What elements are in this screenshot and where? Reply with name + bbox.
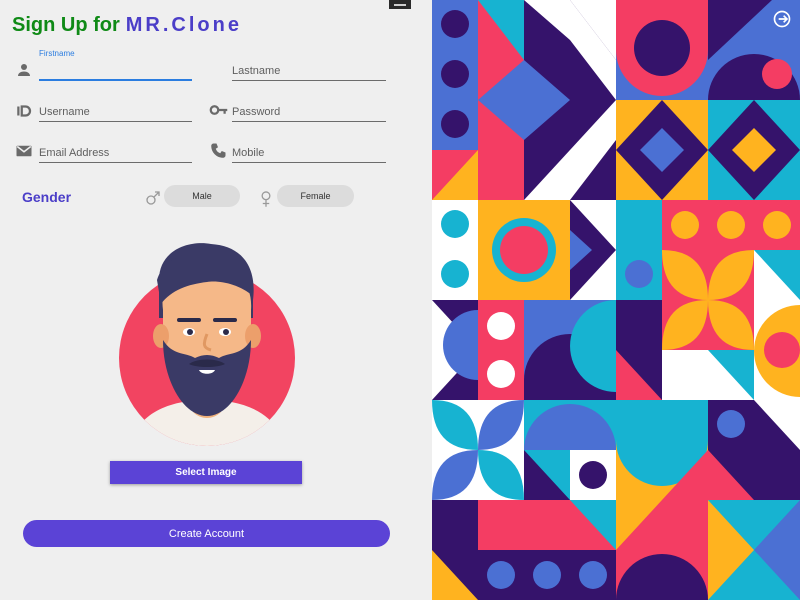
page-title: Sign Up for MR.Clone xyxy=(12,14,242,37)
email-field[interactable] xyxy=(39,136,192,163)
lastname-input[interactable] xyxy=(232,65,386,77)
username-field[interactable] xyxy=(39,95,192,122)
female-button[interactable]: Female xyxy=(277,185,354,207)
logout-icon[interactable] xyxy=(772,9,792,29)
mobile-input[interactable] xyxy=(232,147,386,159)
create-account-button[interactable]: Create Account xyxy=(23,520,390,547)
male-button[interactable]: Male xyxy=(164,185,240,207)
mobile-field[interactable] xyxy=(232,136,386,163)
avatar-image xyxy=(119,243,295,446)
gender-label: Gender xyxy=(22,189,72,205)
phone-icon xyxy=(211,143,226,158)
firstname-field[interactable]: Firstname xyxy=(39,49,192,81)
email-input[interactable] xyxy=(39,147,192,159)
signup-panel: Sign Up forMR.Clone Firstname Gender xyxy=(0,0,432,600)
decorative-pattern-panel xyxy=(432,0,800,600)
geometric-pattern-image xyxy=(432,0,800,600)
firstname-input[interactable] xyxy=(39,64,192,76)
id-card-icon xyxy=(17,105,32,117)
title-prefix: Sign Up for xyxy=(12,14,120,36)
password-field[interactable] xyxy=(232,95,386,122)
mail-icon xyxy=(16,145,32,157)
lastname-field[interactable] xyxy=(232,54,386,81)
female-symbol-icon xyxy=(261,191,271,207)
male-symbol-icon xyxy=(146,191,160,205)
person-icon xyxy=(18,64,30,76)
firstname-floating-label: Firstname xyxy=(39,49,75,58)
select-image-button[interactable]: Select Image xyxy=(110,461,302,484)
password-input[interactable] xyxy=(232,106,386,118)
key-icon xyxy=(209,105,228,115)
title-brand: MR.Clone xyxy=(125,14,242,36)
minimize-button[interactable] xyxy=(389,0,411,9)
username-input[interactable] xyxy=(39,106,192,118)
